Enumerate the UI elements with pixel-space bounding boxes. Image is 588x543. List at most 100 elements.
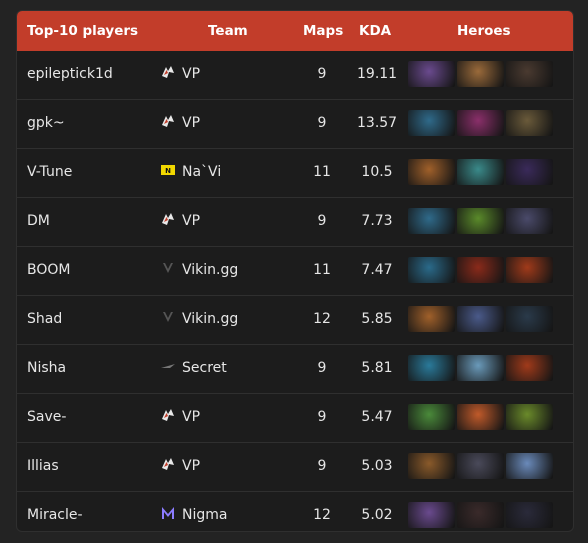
team-name: Nigma [182,507,228,523]
hero-icon[interactable] [408,257,455,283]
hero-icon[interactable] [506,502,553,528]
team-cell: N Na`Vi [160,162,221,182]
hero-icon[interactable] [457,257,504,283]
team-cell: VP [160,407,200,427]
player-name: DM [27,213,50,229]
col-kda-header: KDA [359,23,392,39]
hero-icon[interactable] [408,404,455,430]
team-name: VP [182,115,201,131]
heroes-list [408,453,553,479]
maps-count: 9 [317,360,327,376]
top-players-table: Top-10 players Team Maps KDA Heroes epil… [16,10,574,532]
kda-value: 13.57 [357,115,398,131]
maps-count: 11 [313,164,331,180]
player-name: Nisha [27,360,67,376]
team-cell: Nigma [160,505,227,525]
kda-value: 5.81 [361,360,393,376]
hero-icon[interactable] [457,502,504,528]
maps-count: 9 [317,213,327,229]
table-row: Miracle- Nigma 12 5.02 [17,491,573,531]
team-cell: Vikin.gg [160,309,238,329]
kda-value: 5.85 [361,311,393,327]
table-row: DM VP 9 7.73 [17,197,573,246]
team-name: VP [182,409,201,425]
hero-icon[interactable] [408,159,455,185]
team-name: Vikin.gg [182,262,239,278]
heroes-list [408,257,553,283]
col-team-header: Team [208,23,248,39]
maps-count: 9 [317,409,327,425]
hero-icon[interactable] [506,208,553,234]
table-row: Illias VP 9 5.03 [17,442,573,491]
kda-value: 19.11 [357,66,398,82]
vp-logo-icon [160,113,176,133]
heroes-list [408,110,553,136]
navi-logo-icon: N [160,162,176,182]
hero-icon[interactable] [408,453,455,479]
heroes-list [408,355,553,381]
hero-icon[interactable] [408,208,455,234]
table-row: Nisha Secret 9 5.81 [17,344,573,393]
hero-icon[interactable] [457,306,504,332]
hero-icon[interactable] [457,404,504,430]
kda-value: 5.47 [361,409,393,425]
hero-icon[interactable] [408,61,455,87]
team-name: Secret [182,360,227,376]
kda-value: 7.47 [361,262,393,278]
maps-count: 9 [317,458,327,474]
player-name: Shad [27,311,63,327]
hero-icon[interactable] [457,453,504,479]
table-body: epileptick1d VP 9 19.11 gpk~ VP 9 13.57 V-Tune N N… [17,51,573,531]
table-row: Shad Vikin.gg 12 5.85 [17,295,573,344]
hero-icon[interactable] [457,208,504,234]
vikin-logo-icon [160,260,176,280]
hero-icon[interactable] [506,453,553,479]
team-name: VP [182,458,201,474]
hero-icon[interactable] [457,159,504,185]
heroes-list [408,404,553,430]
hero-icon[interactable] [506,110,553,136]
table-row: BOOM Vikin.gg 11 7.47 [17,246,573,295]
hero-icon[interactable] [457,61,504,87]
player-name: gpk~ [27,115,65,131]
player-name: Miracle- [27,507,83,523]
heroes-list [408,208,553,234]
table-header: Top-10 players Team Maps KDA Heroes [17,11,573,51]
maps-count: 12 [313,311,331,327]
col-heroes-header: Heroes [457,23,511,39]
hero-icon[interactable] [506,306,553,332]
vp-logo-icon [160,64,176,84]
hero-icon[interactable] [506,159,553,185]
heroes-list [408,502,553,528]
table-row: V-Tune N Na`Vi 11 10.5 [17,148,573,197]
player-name: epileptick1d [27,66,113,82]
team-cell: VP [160,456,200,476]
col-player-header: Top-10 players [27,23,139,39]
table-row: epileptick1d VP 9 19.11 [17,51,573,99]
hero-icon[interactable] [506,355,553,381]
kda-value: 7.73 [361,213,393,229]
maps-count: 12 [313,507,331,523]
maps-count: 9 [317,115,327,131]
hero-icon[interactable] [408,502,455,528]
player-name: V-Tune [27,164,73,180]
team-cell: VP [160,211,200,231]
hero-icon[interactable] [408,110,455,136]
team-cell: Vikin.gg [160,260,238,280]
team-name: Vikin.gg [182,311,239,327]
team-name: VP [182,66,201,82]
heroes-list [408,61,553,87]
hero-icon[interactable] [457,110,504,136]
hero-icon[interactable] [506,257,553,283]
hero-icon[interactable] [408,355,455,381]
hero-icon[interactable] [506,404,553,430]
hero-icon[interactable] [457,355,504,381]
player-name: BOOM [27,262,71,278]
player-name: Illias [27,458,59,474]
hero-icon[interactable] [408,306,455,332]
kda-value: 5.03 [361,458,393,474]
vp-logo-icon [160,407,176,427]
hero-icon[interactable] [506,61,553,87]
maps-count: 9 [317,66,327,82]
col-maps-header: Maps [303,23,344,39]
